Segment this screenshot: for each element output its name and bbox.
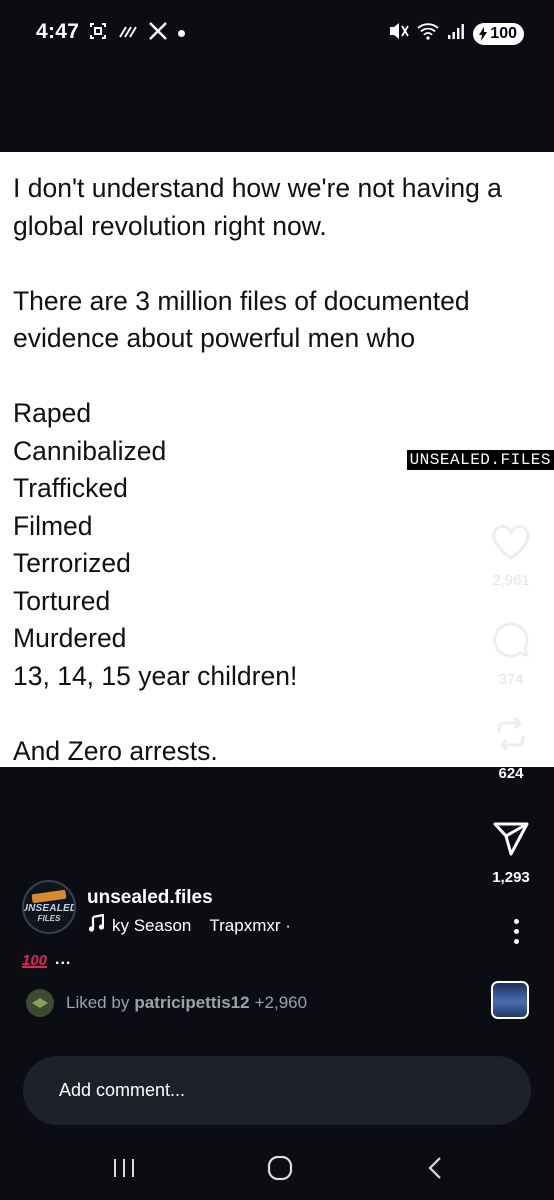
more-options-icon[interactable]	[514, 919, 520, 944]
music-note-icon	[88, 913, 105, 937]
status-bar: 4:47 100	[0, 0, 554, 64]
wifi-icon	[417, 22, 439, 45]
comment-placeholder: Add comment...	[59, 1080, 186, 1100]
status-time: 4:47	[36, 20, 80, 43]
avatar-logo-line2: FILES	[37, 913, 61, 923]
heart-icon[interactable]	[491, 525, 531, 566]
home-icon[interactable]	[258, 1152, 302, 1184]
share-action[interactable]: 1,293	[486, 818, 536, 886]
liked-by[interactable]: Liked by patricipettis12 +2,960	[26, 989, 307, 1017]
share-count: 1,293	[492, 869, 530, 886]
audio-info[interactable]: ky Season Trapxmxr ·	[88, 913, 291, 937]
author-avatar[interactable]: UNSEALED FILES	[22, 880, 76, 934]
nfc-icon	[118, 23, 138, 44]
audio-thumbnail[interactable]	[491, 981, 529, 1019]
battery-icon: 100	[473, 22, 524, 45]
comment-action[interactable]: 374	[486, 620, 536, 688]
x-logo-icon	[148, 21, 168, 46]
repost-action[interactable]: 624	[486, 714, 536, 782]
notification-dot-icon	[178, 30, 185, 37]
system-nav-bar	[0, 1140, 554, 1200]
liker-avatar	[26, 989, 54, 1017]
caption[interactable]: 100 ...	[22, 951, 71, 969]
avatar-logo-line1: UNSEALED	[22, 902, 76, 914]
status-left-icons	[88, 21, 185, 46]
repost-count: 624	[498, 765, 524, 782]
screenshot-icon	[88, 21, 108, 46]
caption-more[interactable]: ...	[55, 951, 71, 969]
mute-vibrate-icon	[387, 21, 410, 46]
back-icon[interactable]	[413, 1152, 457, 1184]
avatar-banner	[31, 889, 67, 903]
comment-count: 374	[498, 671, 524, 688]
signal-icon	[447, 22, 465, 45]
watermark: UNSEALED.FILES	[406, 450, 554, 470]
liked-by-rest: +2,960	[254, 993, 308, 1012]
repost-icon[interactable]	[491, 714, 531, 759]
battery-level: 100	[490, 24, 517, 42]
recent-apps-icon[interactable]	[102, 1152, 146, 1184]
audio-artist: Trapxmxr ·	[209, 915, 291, 935]
hundred-emoji-icon: 100	[22, 951, 48, 969]
audio-title: ky Season	[112, 915, 192, 935]
comment-icon[interactable]	[491, 620, 531, 665]
status-right-icons: 100	[387, 21, 524, 46]
like-count: 2,961	[492, 572, 530, 589]
liked-by-prefix: Liked by	[66, 993, 130, 1012]
liked-by-user[interactable]: patricipettis12	[134, 993, 249, 1013]
post-image[interactable]: I don't understand how we're not having …	[0, 152, 554, 767]
like-action[interactable]: 2,961	[486, 525, 536, 589]
author-username[interactable]: unsealed.files	[87, 887, 213, 909]
send-icon[interactable]	[491, 818, 531, 863]
comment-input[interactable]: Add comment...	[23, 1056, 531, 1125]
